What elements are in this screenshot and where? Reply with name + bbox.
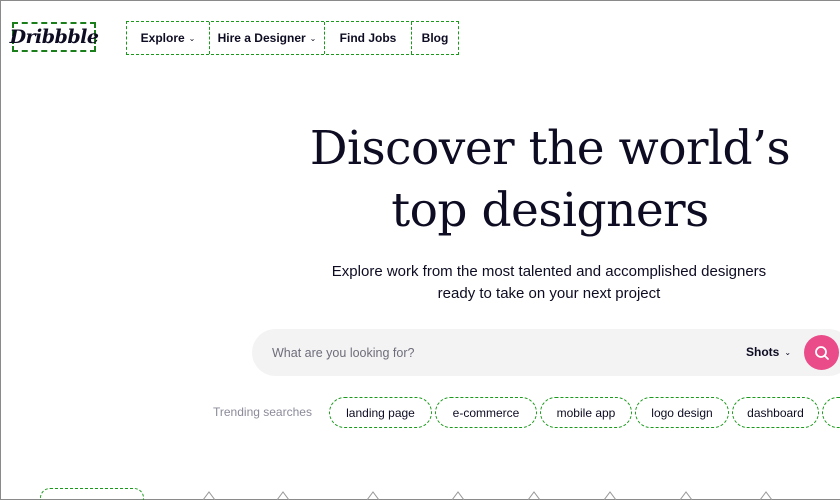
nav-blog[interactable]: Blog bbox=[412, 22, 458, 54]
search-scope-select[interactable]: Shots ⌄ bbox=[746, 345, 791, 359]
search-scope-label: Shots bbox=[746, 345, 780, 359]
trending-chip-e-commerce[interactable]: e-commerce bbox=[435, 397, 537, 428]
nav-explore-label: Explore bbox=[140, 31, 185, 45]
trending-chip-logo-design[interactable]: logo design bbox=[635, 397, 729, 428]
filter-tab-partial[interactable] bbox=[40, 488, 144, 500]
chevron-down-icon: ⌄ bbox=[309, 33, 317, 43]
dribbble-logo[interactable]: Dribbble bbox=[9, 22, 99, 52]
nav-explore[interactable]: Explore ⌄ bbox=[127, 22, 210, 54]
nav-hire-designer[interactable]: Hire a Designer ⌄ bbox=[210, 22, 325, 54]
chevron-down-icon: ⌄ bbox=[784, 347, 792, 357]
logo-text: Dribbble bbox=[9, 26, 99, 48]
divider-mark-icon bbox=[203, 491, 215, 500]
main-nav: Explore ⌄ Hire a Designer ⌄ Find Jobs Bl… bbox=[126, 21, 459, 55]
chevron-down-icon: ⌄ bbox=[188, 33, 196, 43]
nav-find-jobs-label: Find Jobs bbox=[339, 31, 397, 45]
divider-mark-icon bbox=[277, 491, 289, 500]
hero-title-line1: Discover the world’s bbox=[309, 121, 791, 176]
trending-label: Trending searches bbox=[213, 405, 312, 419]
trending-chip-dashboard[interactable]: dashboard bbox=[732, 397, 819, 428]
search-button[interactable] bbox=[804, 335, 839, 370]
divider-mark-icon bbox=[680, 491, 692, 500]
hero-title-line2: top designers bbox=[391, 183, 709, 238]
hero-title: Discover the world’s top designers bbox=[280, 118, 820, 242]
hero-subtitle: Explore work from the most talented and … bbox=[290, 261, 808, 305]
hero-subtitle-line1: Explore work from the most talented and … bbox=[331, 263, 767, 280]
search-bar: Shots ⌄ bbox=[252, 329, 840, 376]
divider-mark-icon bbox=[760, 491, 772, 500]
nav-blog-label: Blog bbox=[421, 31, 449, 45]
nav-hire-designer-label: Hire a Designer bbox=[217, 31, 306, 45]
trending-chip-landing-page[interactable]: landing page bbox=[329, 397, 432, 428]
divider-mark-icon bbox=[367, 491, 379, 500]
search-input[interactable] bbox=[272, 329, 712, 376]
search-icon bbox=[814, 345, 829, 360]
divider-mark-icon bbox=[452, 491, 464, 500]
hero-subtitle-line2: ready to take on your next project bbox=[437, 285, 661, 302]
divider-mark-icon bbox=[604, 491, 616, 500]
divider-mark-icon bbox=[528, 491, 540, 500]
nav-find-jobs[interactable]: Find Jobs bbox=[325, 22, 412, 54]
trending-chip-mobile-app[interactable]: mobile app bbox=[540, 397, 632, 428]
